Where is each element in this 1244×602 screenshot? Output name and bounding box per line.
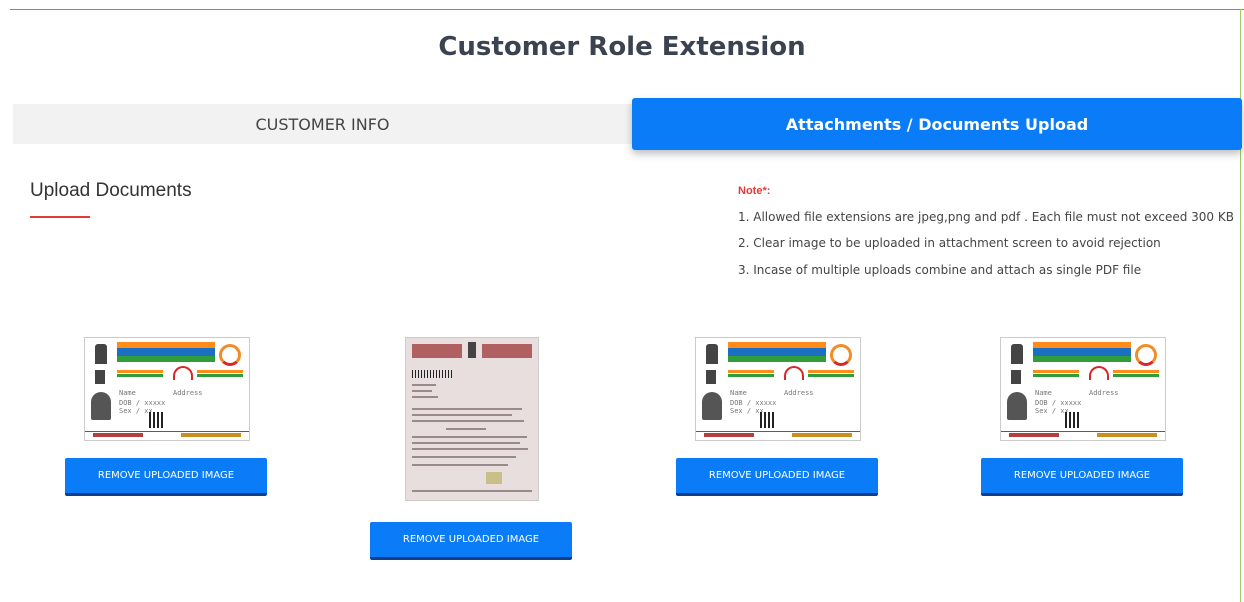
remove-uploaded-image-button-1[interactable]: REMOVE UPLOADED IMAGE — [65, 458, 267, 496]
note-line-1: 1. Allowed file extensions are jpeg,png … — [738, 210, 1234, 224]
person-silhouette-icon — [1007, 392, 1027, 420]
note-line-3: 3. Incase of multiple uploads combine an… — [738, 263, 1142, 277]
remove-uploaded-image-button-2[interactable]: REMOVE UPLOADED IMAGE — [370, 522, 572, 560]
qr-code-icon — [760, 412, 776, 428]
page-title: Customer Role Extension — [438, 32, 806, 62]
qr-code-icon — [149, 412, 165, 428]
note-line-2: 2. Clear image to be uploaded in attachm… — [738, 236, 1161, 250]
top-divider — [10, 9, 1244, 10]
aadhaar-card-image: Name DOB / xxxxx Sex / xx Address — [695, 337, 861, 441]
note-label: Note*: — [738, 185, 771, 197]
aadhaar-card-image: Name DOB / xxxxx Sex / xx Address — [1000, 337, 1166, 441]
person-silhouette-icon — [702, 392, 722, 420]
tab-attachments-documents-upload[interactable]: Attachments / Documents Upload — [632, 98, 1242, 150]
upload-documents-title: Upload Documents — [30, 180, 192, 201]
attachment-thumbnail-3: Name DOB / xxxxx Sex / xx Address — [695, 337, 861, 441]
person-silhouette-icon — [91, 392, 111, 420]
barcode-icon — [412, 370, 452, 378]
remove-uploaded-image-button-3[interactable]: REMOVE UPLOADED IMAGE — [676, 458, 878, 496]
section-title-underline — [30, 216, 90, 218]
qr-code-icon — [1065, 412, 1081, 428]
tab-customer-info[interactable]: CUSTOMER INFO — [13, 104, 632, 144]
aadhaar-card-image: Name DOB / xxxxx Sex / xx Address — [84, 337, 250, 441]
remove-uploaded-image-button-4[interactable]: REMOVE UPLOADED IMAGE — [981, 458, 1183, 496]
attachment-thumbnail-2 — [405, 337, 539, 501]
attachment-thumbnail-1: Name DOB / xxxxx Sex / xx Address — [84, 337, 250, 441]
stamp-icon — [486, 472, 502, 484]
document-image — [405, 337, 539, 501]
attachment-thumbnail-4: Name DOB / xxxxx Sex / xx Address — [1000, 337, 1166, 441]
